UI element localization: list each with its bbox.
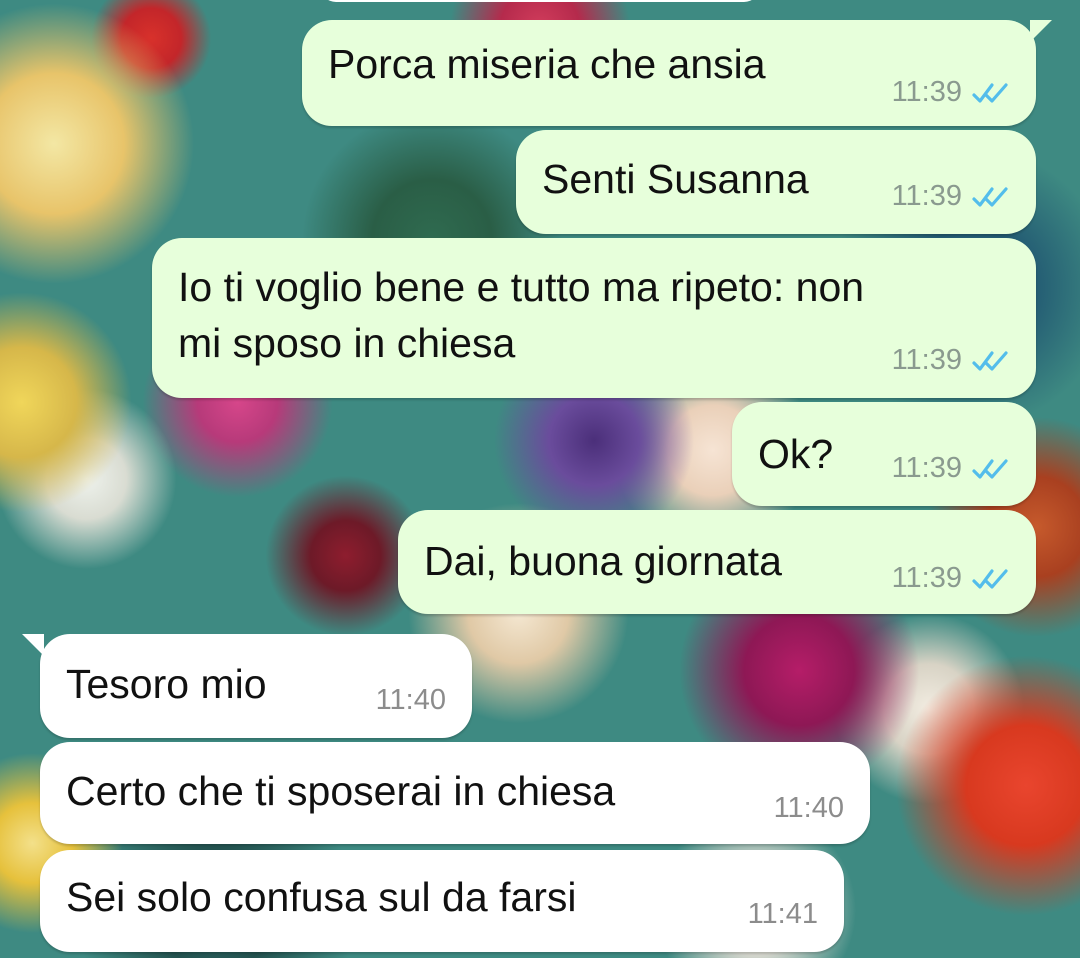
message-text: Porca miseria che ansia xyxy=(328,41,766,87)
message-bubble-outgoing[interactable]: Io ti voglio bene e tutto ma ripeto: non… xyxy=(152,238,1036,398)
message-time: 11:40 xyxy=(375,684,446,716)
message-bubble-outgoing[interactable]: Porca miseria che ansia 11:39 xyxy=(302,20,1052,126)
message-text: Dai, buona giornata xyxy=(424,538,782,584)
message-text: Certo che ti sposerai in chiesa xyxy=(66,768,616,814)
message-time: 11:41 xyxy=(747,898,818,930)
message-bubble-incoming[interactable]: Tesoro mio 11:40 xyxy=(22,634,472,738)
message-time: 11:39 xyxy=(891,76,962,108)
message-time: 11:40 xyxy=(773,792,844,824)
message-meta: 11:39 xyxy=(892,344,1014,377)
double-check-icon xyxy=(972,82,1008,103)
double-check-icon xyxy=(972,458,1008,479)
message-text: Sei solo confusa sul da farsi xyxy=(66,874,577,920)
message-meta: 11:39 xyxy=(892,180,1014,213)
message-meta: 11:40 xyxy=(376,684,446,717)
message-meta: 11:39 xyxy=(892,562,1014,595)
message-bubble-outgoing[interactable]: Senti Susanna 11:39 xyxy=(516,130,1036,234)
message-bubble-incoming[interactable]: Certo che ti sposerai in chiesa 11:40 xyxy=(40,742,870,844)
bubble-tail xyxy=(22,634,44,656)
message-bubble-outgoing[interactable]: Dai, buona giornata 11:39 xyxy=(398,510,1036,614)
message-time: 11:39 xyxy=(891,180,962,212)
message-meta: 11:39 xyxy=(892,76,1014,109)
message-meta: 11:39 xyxy=(892,452,1014,485)
bubble-tail xyxy=(1030,20,1052,42)
double-check-icon xyxy=(972,568,1008,589)
message-bubble-outgoing[interactable]: Ok? 11:39 xyxy=(732,402,1036,506)
double-check-icon xyxy=(972,186,1008,207)
message-time: 11:39 xyxy=(891,452,962,484)
message-text: Ok? xyxy=(758,431,834,477)
message-text: Tesoro mio xyxy=(66,661,267,707)
message-time: 11:39 xyxy=(891,562,962,594)
message-text: Io ti voglio bene e tutto ma ripeto: non… xyxy=(178,264,865,366)
message-text: Senti Susanna xyxy=(542,156,809,202)
message-bubble-incoming[interactable]: Sei solo confusa sul da farsi 11:41 xyxy=(40,850,844,952)
message-meta: 11:40 xyxy=(774,792,844,825)
message-meta: 11:41 xyxy=(748,898,818,931)
previous-message-bubble-edge xyxy=(320,0,760,2)
double-check-icon xyxy=(972,350,1008,371)
message-time: 11:39 xyxy=(891,344,962,376)
